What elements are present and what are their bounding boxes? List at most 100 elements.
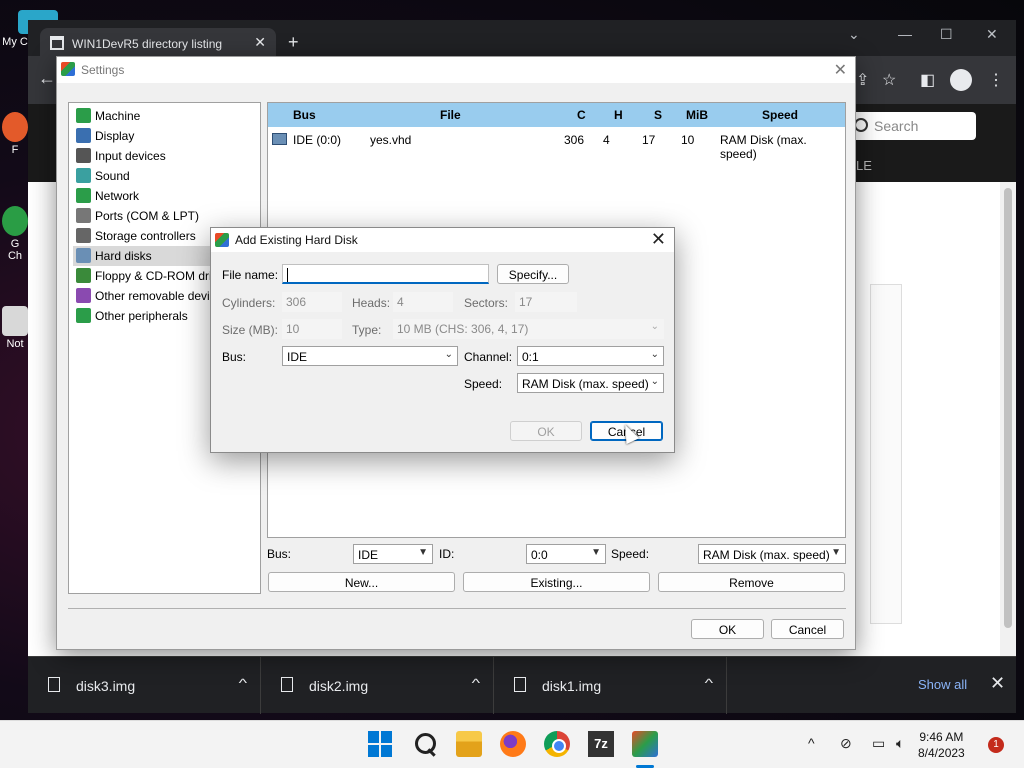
more-menu-icon[interactable]: ⋮ (988, 70, 1004, 90)
page-nav-text[interactable]: LE (856, 158, 872, 173)
window-close-icon[interactable]: ✕ (986, 26, 998, 43)
size-input[interactable]: 10 (282, 319, 342, 339)
specify-button[interactable]: Specify... (497, 264, 569, 284)
dialog-bus-select[interactable]: IDE ⌄ (282, 346, 458, 366)
tree-item-input-devices[interactable]: Input devices (73, 146, 259, 166)
seven-zip-icon[interactable]: 7z (588, 731, 614, 757)
machine-icon (76, 108, 91, 123)
page-scrollbar[interactable] (1000, 182, 1016, 656)
type-select-value: 10 MB (CHS: 306, 4, 17) (397, 322, 529, 336)
column-header-file[interactable]: File (440, 108, 461, 122)
minimize-icon[interactable]: — (898, 26, 912, 42)
start-button[interactable] (368, 731, 394, 757)
speed-select[interactable]: RAM Disk (max. speed) ▼ (698, 544, 846, 564)
taskbar-search-icon[interactable] (412, 731, 438, 757)
no-internet-icon[interactable]: ⊘ (840, 735, 852, 752)
column-header-bus[interactable]: Bus (293, 108, 316, 122)
ports-icon (76, 208, 91, 223)
firefox-icon (2, 112, 28, 142)
file-name-input[interactable] (282, 264, 489, 284)
id-select-value: 0:0 (531, 548, 548, 562)
heads-input[interactable]: 4 (393, 292, 453, 312)
tree-item-network[interactable]: Network (73, 186, 259, 206)
profile-avatar-icon[interactable] (950, 69, 972, 91)
column-header-s[interactable]: S (654, 108, 662, 122)
desktop-icon-my-computer[interactable]: My C (0, 10, 58, 48)
86box-icon[interactable] (632, 731, 658, 757)
bus-select-value: IDE (358, 548, 379, 562)
chevron-up-icon[interactable]: ^ (472, 676, 480, 690)
download-item[interactable]: disk2.img ^ (261, 657, 494, 714)
download-item[interactable]: disk1.img ^ (494, 657, 727, 714)
download-item[interactable]: disk3.img ^ (28, 657, 261, 714)
desktop-icon-notepad[interactable]: Not (0, 306, 30, 350)
cell-h: 4 (603, 133, 610, 147)
file-name-label: File name: (222, 268, 279, 282)
show-hidden-icons-chevron-icon[interactable]: ^ (808, 735, 815, 751)
tree-item-sound[interactable]: Sound (73, 166, 259, 186)
maximize-icon[interactable]: ☐ (940, 26, 953, 43)
scrollbar-thumb[interactable] (1004, 188, 1012, 628)
id-select[interactable]: 0:0 ▼ (526, 544, 606, 564)
firefox-icon[interactable] (500, 731, 526, 757)
dialog-speed-label: Speed: (464, 377, 503, 391)
bookmark-star-icon[interactable]: ☆ (882, 70, 896, 90)
settings-cancel-button[interactable]: Cancel (771, 619, 844, 639)
show-all-downloads-link[interactable]: Show all (918, 677, 967, 692)
site-search-input[interactable]: Search (846, 112, 976, 140)
column-header-h[interactable]: H (614, 108, 623, 122)
column-header-mib[interactable]: MiB (686, 108, 708, 122)
chevron-down-icon: ⌄ (444, 349, 453, 360)
remove-disk-button[interactable]: Remove (658, 572, 845, 592)
file-explorer-icon[interactable] (456, 731, 482, 757)
tree-item-ports[interactable]: Ports (COM & LPT) (73, 206, 259, 226)
cylinders-input[interactable]: 306 (282, 292, 342, 312)
desktop-icon-label: Not (6, 338, 24, 350)
hard-disk-icon (76, 248, 91, 263)
dialog-bus-value: IDE (287, 350, 308, 364)
tab-close-icon[interactable]: ✕ (254, 34, 266, 51)
side-panel-icon[interactable]: ◧ (920, 70, 935, 90)
notification-badge[interactable]: 1 (988, 737, 1004, 753)
channel-select[interactable]: 0:1 ⌄ (517, 346, 664, 366)
chevron-down-icon: ▼ (831, 547, 841, 558)
desktop-icon-firefox[interactable]: F (0, 112, 30, 156)
column-header-c[interactable]: C (577, 108, 586, 122)
channel-value: 0:1 (522, 350, 539, 364)
settings-ok-button[interactable]: OK (691, 619, 764, 639)
share-icon[interactable]: ⇪ (856, 70, 869, 90)
download-bar-close-icon[interactable]: ✕ (990, 673, 1005, 694)
column-header-speed[interactable]: Speed (762, 108, 798, 122)
type-label: Type: (352, 323, 382, 337)
existing-disk-button[interactable]: Existing... (463, 572, 650, 592)
bus-select[interactable]: IDE ▼ (353, 544, 433, 564)
tab-search-icon[interactable]: ⌄ (848, 26, 860, 43)
tree-item-machine[interactable]: Machine (73, 106, 259, 126)
new-tab-icon[interactable]: + (288, 32, 299, 53)
type-select[interactable]: 10 MB (CHS: 306, 4, 17) ⌄ (393, 319, 664, 339)
cylinders-label: Cylinders: (222, 296, 276, 310)
clock[interactable]: 9:46 AM 8/4/2023 (918, 729, 965, 761)
dialog-close-icon[interactable]: ✕ (651, 229, 666, 250)
volume-icon[interactable]: 🔈︎ (896, 735, 904, 752)
cell-file: yes.vhd (370, 133, 412, 147)
chevron-up-icon[interactable]: ^ (239, 676, 247, 690)
table-row[interactable]: IDE (0:0) yes.vhd 306 4 17 10 RAM Disk (… (268, 129, 845, 161)
chrome-icon[interactable] (544, 731, 570, 757)
speed-select-value: RAM Disk (max. speed) (703, 548, 830, 562)
desktop-icon-chrome[interactable]: G Ch (0, 206, 30, 262)
chevron-up-icon[interactable]: ^ (705, 676, 713, 690)
new-disk-button[interactable]: New... (268, 572, 455, 592)
display-monitor-icon[interactable]: ▭ (872, 735, 885, 752)
tree-item-display[interactable]: Display (73, 126, 259, 146)
clock-date: 8/4/2023 (918, 746, 965, 760)
settings-close-icon[interactable]: ✕ (834, 60, 847, 80)
browser-tab[interactable]: WIN1DevR5 directory listing ✕ (40, 28, 276, 56)
back-arrow-icon[interactable]: ← (38, 68, 56, 89)
dialog-speed-select[interactable]: RAM Disk (max. speed) ⌄ (517, 373, 664, 393)
sectors-input[interactable]: 17 (515, 292, 577, 312)
dialog-ok-button[interactable]: OK (510, 421, 582, 441)
dialog-title: Add Existing Hard Disk (235, 233, 358, 247)
bus-label: Bus: (267, 547, 292, 561)
file-icon (514, 677, 526, 692)
